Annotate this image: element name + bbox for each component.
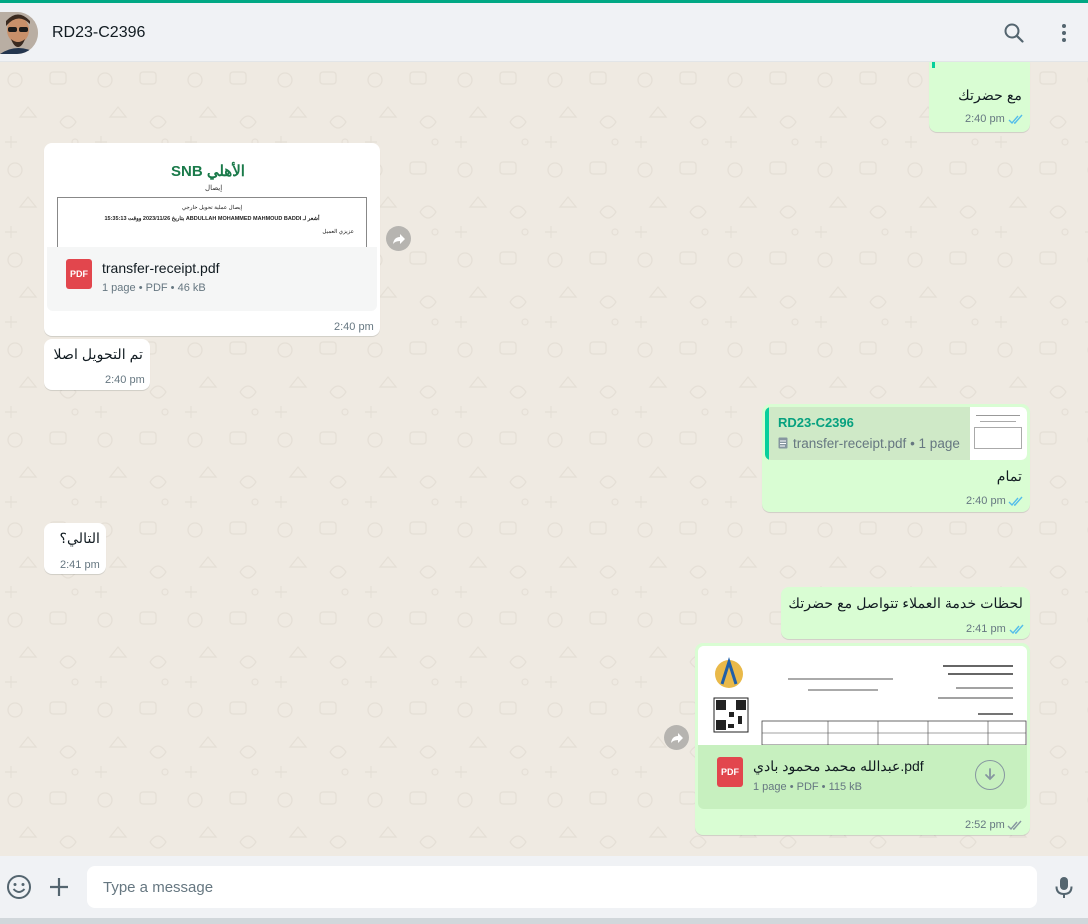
- download-icon[interactable]: [975, 760, 1005, 790]
- message-text: تم التحويل اصلا: [53, 347, 143, 363]
- message-time: 2:41 pm: [60, 559, 100, 571]
- chat-panel[interactable]: مع حضرتك 2:40 pm الأهلي SNB إيصال إيصال …: [0, 62, 1088, 856]
- document-meta: 1 page • PDF • 46 kB: [102, 282, 206, 294]
- quote-text: transfer-receipt.pdf • 1 page: [793, 436, 960, 451]
- message-text: لحظات خدمة العملاء تتواصل مع حضرتك: [788, 596, 1023, 612]
- document-thumbnail: [698, 646, 1027, 745]
- document-card[interactable]: PDF عبدالله محمد محمود بادي.pdf 1 page •…: [698, 745, 1027, 809]
- document-name: عبدالله محمد محمود بادي.pdf: [753, 758, 924, 774]
- window-bottom-edge: [0, 918, 1088, 924]
- document-meta: 1 page • PDF • 115 kB: [753, 781, 863, 793]
- receipt-line: عزيزي العميل: [322, 229, 354, 235]
- avatar[interactable]: [0, 12, 38, 54]
- message-text: التالي؟: [59, 531, 100, 547]
- message-composer: [0, 856, 1088, 918]
- bank-logo: الأهلي SNB: [171, 163, 245, 180]
- message-input[interactable]: [87, 866, 1037, 908]
- chat-header: RD23-C2396: [0, 3, 1088, 62]
- quote-author: RD23-C2396: [778, 415, 854, 430]
- message-incoming[interactable]: التالي؟ 2:41 pm: [44, 523, 106, 574]
- document-preview[interactable]: [698, 646, 1027, 745]
- emoji-icon[interactable]: [6, 874, 32, 900]
- document-preview[interactable]: الأهلي SNB إيصال إيصال عملية تحويل خارجي…: [47, 146, 377, 247]
- quote-thumbnail: [970, 407, 1027, 460]
- read-tick-icon: [1009, 624, 1024, 635]
- message-outgoing-document[interactable]: PDF عبدالله محمد محمود بادي.pdf 1 page •…: [695, 643, 1030, 835]
- message-outgoing[interactable]: مع حضرتك 2:40 pm: [929, 62, 1030, 132]
- quote-bar: [932, 62, 935, 68]
- message-time: 2:52 pm: [965, 819, 1005, 831]
- message-time: 2:40 pm: [966, 495, 1006, 507]
- plus-icon[interactable]: [46, 874, 72, 900]
- message-incoming-document[interactable]: الأهلي SNB إيصال إيصال عملية تحويل خارجي…: [44, 143, 380, 336]
- forward-icon[interactable]: [664, 725, 689, 750]
- receipt-line: أشعر لـ ABDULLAH MOHAMMED MAHMOUD BADDI …: [104, 216, 320, 222]
- message-time: 2:40 pm: [334, 321, 374, 333]
- pdf-icon: PDF: [66, 259, 92, 289]
- quote-bar: [765, 407, 769, 460]
- receipt-line: إيصال عملية تحويل خارجي: [181, 205, 243, 211]
- contact-name[interactable]: RD23-C2396: [52, 24, 145, 42]
- pdf-icon: PDF: [717, 757, 743, 787]
- read-tick-icon: [1008, 114, 1023, 125]
- receipt-frame: إيصال عملية تحويل خارجي أشعر لـ ABDULLAH…: [57, 197, 367, 247]
- message-outgoing-reply[interactable]: RD23-C2396 transfer-receipt.pdf • 1 page…: [762, 404, 1030, 512]
- message-text: تمام: [996, 469, 1022, 485]
- receipt-title: إيصال: [205, 185, 223, 192]
- search-icon[interactable]: [1002, 21, 1026, 45]
- document-card[interactable]: PDF transfer-receipt.pdf 1 page • PDF • …: [47, 247, 377, 311]
- delivered-tick-icon: [1007, 820, 1022, 831]
- message-outgoing[interactable]: لحظات خدمة العملاء تتواصل مع حضرتك 2:41 …: [781, 587, 1030, 639]
- quoted-message[interactable]: RD23-C2396 transfer-receipt.pdf • 1 page: [765, 407, 1027, 460]
- message-time: 2:41 pm: [966, 623, 1006, 635]
- message-incoming[interactable]: تم التحويل اصلا 2:40 pm: [44, 339, 150, 390]
- message-time: 2:40 pm: [965, 113, 1005, 125]
- document-icon: [778, 437, 788, 449]
- message-text: مع حضرتك: [958, 88, 1022, 104]
- mic-icon[interactable]: [1051, 874, 1077, 900]
- document-name: transfer-receipt.pdf: [102, 260, 220, 276]
- forward-icon[interactable]: [386, 226, 411, 251]
- menu-icon[interactable]: [1052, 21, 1076, 45]
- read-tick-icon: [1008, 496, 1023, 507]
- message-time: 2:40 pm: [105, 374, 145, 386]
